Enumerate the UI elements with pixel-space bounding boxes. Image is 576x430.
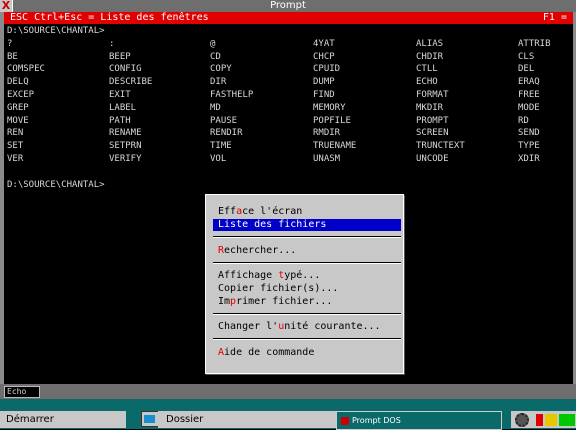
menu-item-command-help[interactable]: Aide de commande [213,347,401,359]
menu-item-typed-display[interactable]: Affichage typé... [213,270,401,282]
task-prompt-dos[interactable]: Prompt DOS [336,411,502,430]
command-item: 4YAT [313,38,335,49]
command-item: ALIAS [416,38,444,49]
menu-separator [213,338,401,340]
menu-item-search[interactable]: Rechercher... [213,245,401,257]
command-item: FIND [313,89,335,100]
command-item: TRUENAME [313,141,357,152]
command-list: ? : @ 4YAT ALIAS ATTRIB BE BEEP CD CHCP … [7,38,573,166]
command-item: ERAQ [518,77,540,88]
menu-item-change-drive[interactable]: Changer l'unité courante... [213,321,401,333]
prompt-text: D:\SOURCE\CHANTAL> [7,179,105,190]
command-item: FREE [518,89,540,100]
command-item: MEMORY [313,102,346,113]
command-item: EXCEP [7,89,35,100]
menu-item-print-file[interactable]: Imprimer fichier... [213,296,401,308]
dos-prompt-icon [341,416,349,425]
command-item: UNASM [313,153,341,164]
command-item: RENDIR [210,128,243,139]
command-item: CONFIG [109,64,142,75]
command-item: SET [7,141,24,152]
command-item: SETPRN [109,141,142,152]
command-item: CLS [518,51,535,62]
command-item: RMDIR [313,128,341,139]
status-indicator-yellow [545,414,557,426]
hotkey-bar-right: F1 = [542,12,567,23]
menu-separator [213,313,401,315]
command-item: DUMP [313,77,335,88]
command-item: CHDIR [416,51,444,62]
status-indicator-red [536,414,543,426]
command-item: VER [7,153,24,164]
command-item: PATH [109,115,131,126]
command-item: CD [210,51,221,62]
command-item: XDIR [518,153,540,164]
window-titlebar[interactable]: X Prompt [0,0,576,12]
task-label: Prompt DOS [352,416,401,425]
command-item: CHCP [313,51,335,62]
gear-icon[interactable] [515,413,529,427]
window-title: Prompt [270,0,306,11]
prompt-line: D:\SOURCE\CHANTAL> [7,179,573,192]
menu-item-copy-files[interactable]: Copier fichier(s)... [213,283,401,295]
command-item: VOL [210,153,227,164]
command-item: ATTRIB [518,38,551,49]
menu-separator [213,236,401,238]
hotkey-bar: ESC Ctrl+Esc = Liste des fenêtres F1 = [4,12,573,24]
command-item: CPUID [313,64,341,75]
command-item: MD [210,102,221,113]
command-item: FORMAT [416,89,449,100]
menu-item-clear-screen[interactable]: Efface l'écran [213,206,401,218]
hotkey-bar-left: ESC Ctrl+Esc = Liste des fenêtres [10,12,209,23]
command-item: MODE [518,102,540,113]
command-item: PAUSE [210,115,238,126]
command-item: EXIT [109,89,131,100]
command-item: TYPE [518,141,540,152]
command-item: @ [210,38,216,49]
command-item: BE [7,51,18,62]
command-item: ? [7,38,13,49]
window-bottom-border [0,384,576,399]
command-item: VERIFY [109,153,142,164]
command-item: DESCRIBE [109,77,153,88]
folder-button[interactable]: Dossier [158,411,336,428]
status-indicator-green [559,414,575,426]
command-item: TRUNCTEXT [416,141,465,152]
echo-status: Echo [4,386,40,398]
command-item: TIME [210,141,232,152]
command-item: COMSPEC [7,64,45,75]
command-item: MOVE [7,115,29,126]
command-item: : [109,38,115,49]
command-item: UNCODE [416,153,449,164]
prompt-text: D:\SOURCE\CHANTAL> [7,26,105,36]
command-item: CTLL [416,64,438,75]
start-button[interactable]: Démarrer [0,411,126,428]
menu-separator [213,262,401,264]
command-item: COPY [210,64,232,75]
command-item: ECHO [416,77,438,88]
command-item: BEEP [109,51,131,62]
command-item: PROMPT [416,115,449,126]
command-item: RENAME [109,128,142,139]
command-item: REN [7,128,24,139]
context-menu: Efface l'écran Liste des fichiers Recher… [205,194,404,374]
window-border-left [0,12,4,384]
command-item: DELQ [7,77,29,88]
command-item: SEND [518,128,540,139]
command-item: RD [518,115,529,126]
command-item: GREP [7,102,29,113]
taskbar: Démarrer Dossier Prompt DOS [0,399,576,430]
folder-icon[interactable] [141,411,159,427]
command-item: POPFILE [313,115,351,126]
command-item: DIR [210,77,227,88]
command-item: SCREEN [416,128,449,139]
command-item: DEL [518,64,535,75]
menu-item-list-files[interactable]: Liste des fichiers [213,219,401,231]
command-item: MKDIR [416,102,444,113]
prompt-line: D:\SOURCE\CHANTAL> [7,25,573,38]
command-item: FASTHELP [210,89,254,100]
command-item: LABEL [109,102,137,113]
